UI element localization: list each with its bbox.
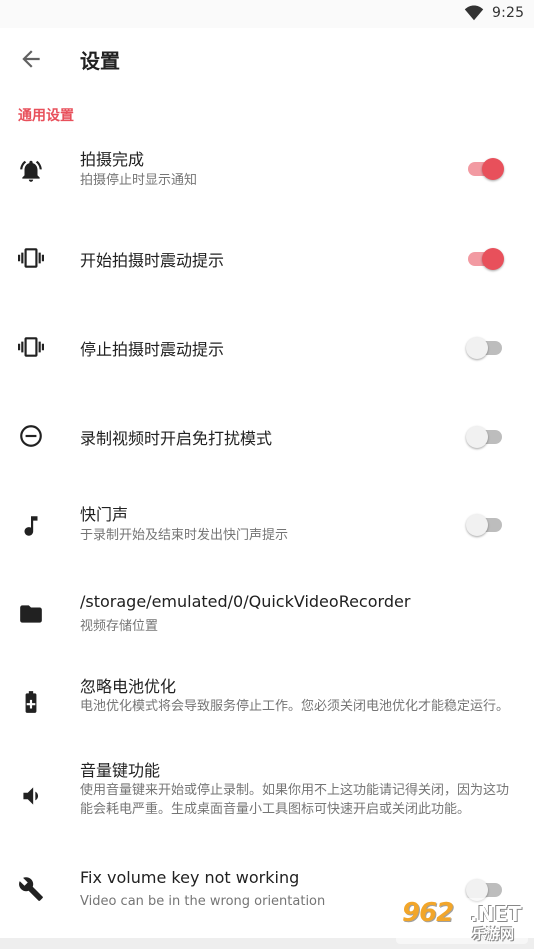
- minus-circle-icon: [20, 425, 42, 447]
- status-bar: 9:25: [0, 0, 534, 28]
- bell-ring-icon: [20, 160, 42, 182]
- setting-title: 拍摄完成: [80, 150, 145, 169]
- setting-summary: 视频存储位置: [80, 619, 159, 634]
- watermark-logo: 962 .NET 乐游网: [396, 898, 528, 944]
- toggle-switch-shooting-complete[interactable]: [466, 156, 506, 180]
- switch-thumb: [482, 248, 504, 270]
- watermark-domain: .NET: [470, 902, 522, 926]
- wifi-icon: [464, 5, 484, 21]
- setting-summary: 使用音量键来开始或停止录制。如果你用不上这功能请记得关闭，因为这功能会耗电严重。…: [80, 783, 510, 817]
- setting-summary: 拍摄停止时显示通知: [80, 173, 198, 188]
- battery-plus-icon: [25, 691, 37, 713]
- music-note-icon: [24, 516, 38, 536]
- setting-title: 开始拍摄时震动提示: [80, 251, 225, 270]
- wrench-icon: [19, 877, 43, 901]
- setting-do-not-disturb[interactable]: 录制视频时开启免打扰模式: [0, 407, 534, 465]
- vibration-icon: [18, 337, 44, 357]
- setting-summary: 电池优化模式将会导致服务停止工作。您必须关闭电池优化才能稳定运行。: [80, 699, 510, 714]
- toggle-switch-shutter-sound[interactable]: [466, 512, 506, 536]
- page-title: 设置: [80, 49, 120, 73]
- setting-title: /storage/emulated/0/QuickVideoRecorder: [80, 592, 411, 611]
- setting-ignore-battery-optimization[interactable]: 忽略电池优化 电池优化模式将会导致服务停止工作。您必须关闭电池优化才能稳定运行。: [0, 665, 534, 745]
- switch-thumb: [466, 514, 488, 536]
- setting-title: 录制视频时开启免打扰模式: [80, 429, 273, 448]
- status-time: 9:25: [492, 5, 525, 21]
- setting-title: 停止拍摄时震动提示: [80, 340, 225, 359]
- switch-thumb: [466, 426, 488, 448]
- setting-title: Fix volume key not working: [80, 868, 300, 887]
- setting-title: 快门声: [80, 505, 129, 524]
- switch-thumb: [482, 158, 504, 180]
- switch-thumb: [466, 337, 488, 359]
- setting-title: 音量键功能: [80, 761, 161, 780]
- setting-volume-key[interactable]: 音量键功能 使用音量键来开始或停止录制。如果你用不上这功能请记得关闭，因为这功能…: [0, 752, 534, 844]
- setting-title: 忽略电池优化: [80, 677, 177, 696]
- app-bar: 设置: [0, 28, 534, 90]
- setting-vibrate-on-start[interactable]: 开始拍摄时震动提示: [0, 230, 534, 288]
- toggle-switch-vibrate-start[interactable]: [466, 246, 506, 270]
- toggle-switch-vibrate-stop[interactable]: [466, 335, 506, 359]
- toggle-switch-dnd[interactable]: [466, 424, 506, 448]
- vibration-icon: [18, 248, 44, 268]
- setting-shutter-sound[interactable]: 快门声 于录制开始及结束时发出快门声提示: [0, 495, 534, 565]
- folder-icon: [20, 605, 42, 623]
- setting-shooting-complete[interactable]: 拍摄完成 拍摄停止时显示通知: [0, 140, 534, 210]
- setting-vibrate-on-stop[interactable]: 停止拍摄时震动提示: [0, 318, 534, 376]
- watermark-sub: 乐游网: [472, 927, 514, 943]
- volume-icon: [23, 787, 39, 805]
- section-header-general: 通用设置: [18, 108, 74, 124]
- arrow-back-icon[interactable]: [18, 46, 44, 72]
- setting-summary: 于录制开始及结束时发出快门声提示: [80, 528, 289, 543]
- watermark-brand: 962: [402, 898, 454, 928]
- setting-storage-location[interactable]: /storage/emulated/0/QuickVideoRecorder 视…: [0, 585, 534, 655]
